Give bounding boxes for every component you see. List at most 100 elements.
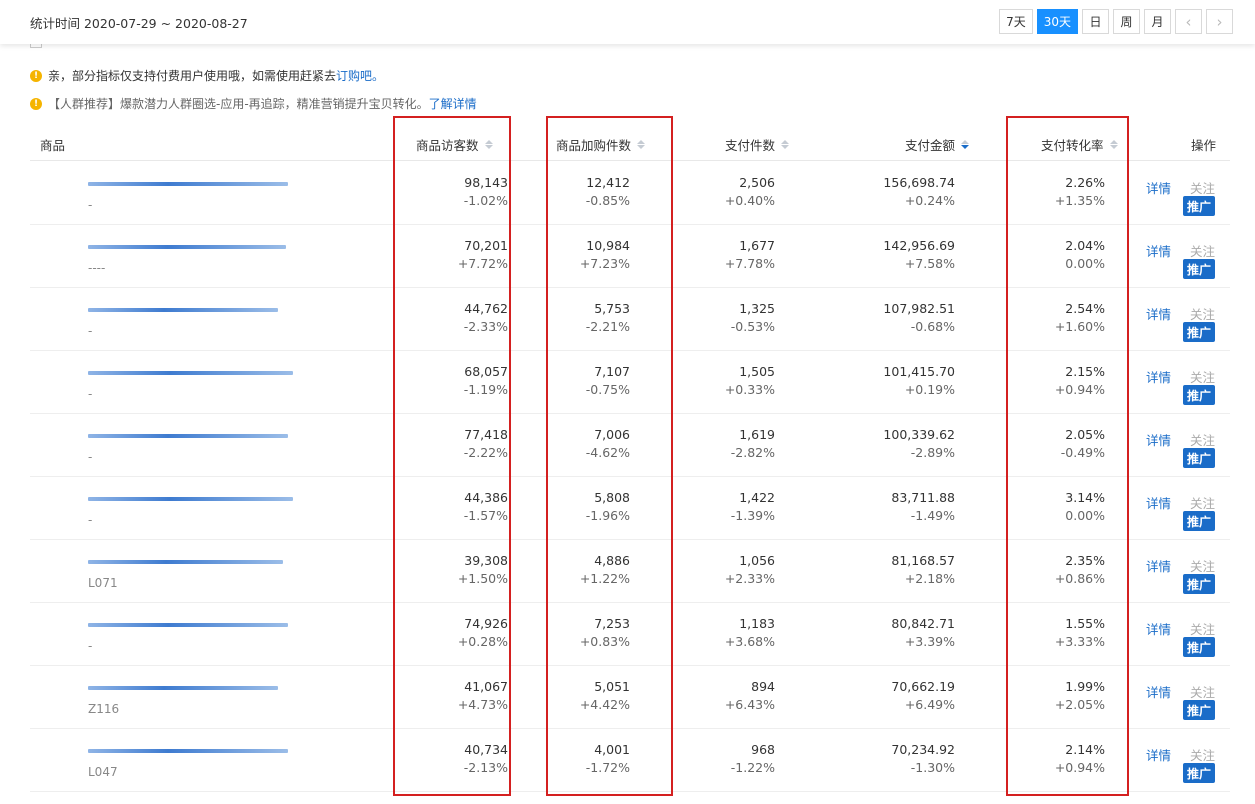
conversion-cell: 1.99% +2.05% (1054, 679, 1105, 712)
sort-icon[interactable] (781, 140, 790, 149)
detail-link[interactable]: 详情 (1146, 682, 1171, 701)
promote-button[interactable]: 推广 (1183, 574, 1215, 594)
product-name-link[interactable] (88, 241, 293, 251)
follow-button[interactable]: 关注 (1190, 682, 1215, 701)
col-paid-amount[interactable]: 支付金额 (905, 135, 970, 154)
period-month-button[interactable]: 月 (1144, 9, 1171, 34)
exclamation-icon: ! (30, 97, 42, 110)
visitors-cell: 44,386 -1.57% (463, 490, 508, 523)
cart-cell: 10,984 +7.23% (579, 238, 630, 271)
promote-button[interactable]: 推广 (1183, 511, 1215, 531)
paid-amount-cell: 142,956.69 +7.58% (883, 238, 955, 271)
paid-qty-cell: 1,056 +2.33% (724, 553, 775, 586)
promote-button[interactable]: 推广 (1183, 259, 1215, 279)
promote-button[interactable]: 推广 (1183, 448, 1215, 468)
visitors-cell: 74,926 +0.28% (457, 616, 508, 649)
follow-button[interactable]: 关注 (1190, 367, 1215, 386)
conversion-cell: 2.54% +1.60% (1054, 301, 1105, 334)
period-week-button[interactable]: 周 (1113, 9, 1140, 34)
detail-link[interactable]: 详情 (1146, 556, 1171, 575)
visitors-cell: 77,418 -2.22% (463, 427, 508, 460)
visitors-cell: 98,143 -1.02% (463, 175, 508, 208)
promote-button[interactable]: 推广 (1183, 322, 1215, 342)
subscribe-link[interactable]: 订购吧。 (336, 67, 384, 84)
period-30d-button[interactable]: 30天 (1036, 9, 1078, 34)
learn-more-link[interactable]: 了解详情 (429, 95, 477, 112)
col-ops: 操作 (1191, 138, 1217, 153)
paid-amount-cell: 83,711.88 -1.49% (891, 490, 955, 523)
conversion-cell: 2.15% +0.94% (1054, 364, 1105, 397)
product-name-link[interactable] (88, 493, 293, 503)
paid-qty-cell: 1,325 -0.53% (730, 301, 775, 334)
follow-button[interactable]: 关注 (1190, 304, 1215, 323)
detail-link[interactable]: 详情 (1146, 493, 1171, 512)
follow-button[interactable]: 关注 (1190, 430, 1215, 449)
col-conversion[interactable]: 支付转化率 (1041, 135, 1118, 154)
follow-button[interactable]: 关注 (1190, 178, 1215, 197)
paid-qty-cell: 1,505 +0.33% (724, 364, 775, 397)
detail-link[interactable]: 详情 (1146, 745, 1171, 764)
paid-qty-cell: 1,183 +3.68% (724, 616, 775, 649)
visitors-cell: 39,308 +1.50% (457, 553, 508, 586)
follow-button[interactable]: 关注 (1190, 619, 1215, 638)
conversion-cell: 2.05% -0.49% (1060, 427, 1105, 460)
promote-button[interactable]: 推广 (1183, 196, 1215, 216)
period-7d-button[interactable]: 7天 (999, 9, 1033, 34)
follow-button[interactable]: 关注 (1190, 745, 1215, 764)
visitors-cell: 70,201 +7.72% (457, 238, 508, 271)
detail-link[interactable]: 详情 (1146, 241, 1171, 260)
col-visitors[interactable]: 商品访客数 (416, 135, 493, 154)
paid-amount-cell: 70,234.92 -1.30% (891, 742, 955, 775)
detail-link[interactable]: 详情 (1146, 178, 1171, 197)
sort-icon[interactable] (484, 140, 493, 149)
follow-button[interactable]: 关注 (1190, 493, 1215, 512)
product-name-link[interactable] (88, 367, 293, 377)
product-name-link[interactable] (88, 619, 293, 629)
product-code: - (88, 450, 93, 464)
product-name-link[interactable] (88, 430, 293, 440)
paid-amount-cell: 70,662.19 +6.49% (891, 679, 955, 712)
sort-icon[interactable] (1109, 140, 1118, 149)
visitors-cell: 40,734 -2.13% (463, 742, 508, 775)
cart-cell: 12,412 -0.85% (585, 175, 630, 208)
detail-link[interactable]: 详情 (1146, 430, 1171, 449)
promote-button[interactable]: 推广 (1183, 637, 1215, 657)
detail-link[interactable]: 详情 (1146, 619, 1171, 638)
paid-amount-cell: 156,698.74 +0.24% (883, 175, 955, 208)
product-code: - (88, 513, 93, 527)
paid-amount-cell: 107,982.51 -0.68% (883, 301, 955, 334)
product-name-link[interactable] (88, 556, 293, 566)
product-code: - (88, 324, 93, 338)
visitors-cell: 41,067 +4.73% (457, 679, 508, 712)
col-cart[interactable]: 商品加购件数 (556, 135, 646, 154)
detail-link[interactable]: 详情 (1146, 367, 1171, 386)
product-name-link[interactable] (88, 304, 293, 314)
chevron-left-icon[interactable]: ‹ (1175, 9, 1202, 34)
col-paid-qty[interactable]: 支付件数 (725, 135, 790, 154)
visitors-cell: 68,057 -1.19% (463, 364, 508, 397)
notice-payment: ! 亲，部分指标仅支持付费用户使用哦，如需使用赶紧去 订购吧。 (30, 67, 384, 84)
sort-icon[interactable] (637, 140, 646, 149)
promote-button[interactable]: 推广 (1183, 763, 1215, 783)
detail-link[interactable]: 详情 (1146, 304, 1171, 323)
product-name-link[interactable] (88, 682, 293, 692)
cart-cell: 4,886 +1.22% (579, 553, 630, 586)
cart-cell: 5,051 +4.42% (579, 679, 630, 712)
promote-button[interactable]: 推广 (1183, 385, 1215, 405)
product-code: - (88, 639, 93, 653)
col-product: 商品 (40, 138, 66, 153)
table-row: - 44,386 -1.57% 5,808 -1.96% 1,422 -1.39% 83,71… (30, 477, 1230, 540)
period-day-button[interactable]: 日 (1082, 9, 1109, 34)
product-code: Z116 (88, 702, 120, 716)
promote-button[interactable]: 推广 (1183, 700, 1215, 720)
table-row: ---- 70,201 +7.72% 10,984 +7.23% 1,677 +7.78% 1… (30, 225, 1230, 288)
product-name-link[interactable] (88, 745, 293, 755)
follow-button[interactable]: 关注 (1190, 556, 1215, 575)
table-row: L071 39,308 +1.50% 4,886 +1.22% 1,056 +2.33% 81… (30, 540, 1230, 603)
sort-desc-icon[interactable] (961, 140, 970, 149)
chevron-right-icon[interactable]: › (1206, 9, 1233, 34)
conversion-cell: 2.26% +1.35% (1054, 175, 1105, 208)
cart-cell: 7,006 -4.62% (585, 427, 630, 460)
follow-button[interactable]: 关注 (1190, 241, 1215, 260)
product-name-link[interactable] (88, 178, 293, 188)
